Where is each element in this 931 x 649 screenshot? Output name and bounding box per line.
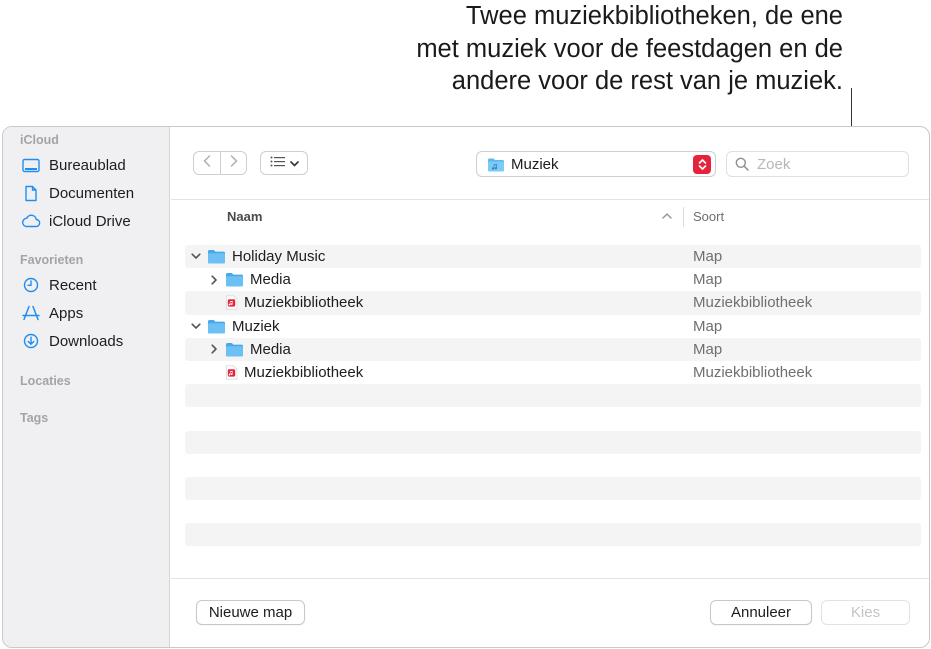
empty-row xyxy=(185,454,921,477)
sidebar-section-icloud: iCloud xyxy=(20,133,59,147)
column-divider[interactable] xyxy=(683,207,684,227)
table-row[interactable]: Muziekbibliotheek Muziekbibliotheek xyxy=(185,291,921,315)
file-browser: Muziek Naam Soort Holiday MusicMapMediaM… xyxy=(171,127,929,647)
file-name-cell: Muziekbibliotheek xyxy=(207,291,363,314)
file-name: Muziekbibliotheek xyxy=(244,294,364,312)
file-name-cell: Muziek xyxy=(189,315,280,338)
navigation-buttons xyxy=(193,151,247,175)
cloud-icon xyxy=(21,211,41,231)
table-row[interactable]: Media Map xyxy=(185,337,921,361)
empty-row xyxy=(185,430,921,454)
annotation-callout: Twee muziekbibliotheken, de ene met muzi… xyxy=(283,0,843,98)
music-library-icon xyxy=(225,295,238,311)
sidebar-item-label: Documenten xyxy=(49,184,135,202)
sidebar-item-label: Recent xyxy=(49,276,97,294)
search-input[interactable] xyxy=(757,155,897,173)
sidebar-section-tags: Tags xyxy=(20,411,49,425)
open-dialog-window: iCloud Bureaublad Documenten iCloud Driv… xyxy=(2,126,930,648)
location-label: Muziek xyxy=(511,155,559,173)
music-folder-icon xyxy=(487,157,505,172)
download-icon xyxy=(21,331,41,351)
file-kind: Map xyxy=(693,340,723,358)
file-kind: Map xyxy=(693,317,723,335)
file-name: Muziekbibliotheek xyxy=(244,364,364,382)
empty-row xyxy=(185,476,921,501)
file-name: Media xyxy=(250,340,291,358)
empty-row xyxy=(185,523,921,547)
column-header-name[interactable]: Naam xyxy=(227,209,262,224)
choose-button[interactable]: Kies xyxy=(821,600,910,625)
sidebar-item-label: iCloud Drive xyxy=(49,212,131,230)
music-library-icon xyxy=(225,365,238,380)
file-list: Holiday Music Map Media Map Muziekbibliothee… xyxy=(185,245,921,570)
chevron-left-icon xyxy=(203,154,211,172)
sidebar-item-apps[interactable]: Apps xyxy=(21,301,83,325)
callout-line-1: Twee muziekbibliotheken, de ene xyxy=(465,2,843,30)
empty-row xyxy=(185,500,921,523)
sidebar-item-bureaublad[interactable]: Bureaublad xyxy=(21,153,126,177)
file-name: Muziek xyxy=(232,317,280,335)
view-options-button[interactable] xyxy=(260,151,308,175)
file-kind: Muziekbibliotheek xyxy=(693,294,813,312)
chevron-down-icon xyxy=(289,154,299,172)
clock-icon xyxy=(21,275,41,295)
disclosure-collapsed-icon[interactable] xyxy=(207,342,221,356)
location-popup[interactable]: Muziek xyxy=(476,151,716,177)
sidebar-item-icloud-drive[interactable]: iCloud Drive xyxy=(21,209,131,233)
sidebar-section-favorieten: Favorieten xyxy=(20,253,84,267)
sidebar: iCloud Bureaublad Documenten iCloud Driv… xyxy=(3,127,170,647)
desktop-icon xyxy=(21,155,41,175)
folder-icon xyxy=(207,249,226,264)
search-field[interactable] xyxy=(726,151,909,177)
search-icon xyxy=(735,157,749,171)
sidebar-item-label: Bureaublad xyxy=(49,156,126,174)
cancel-button[interactable]: Annuleer xyxy=(710,600,812,625)
disclosure-expanded-icon[interactable] xyxy=(189,319,203,333)
file-kind: Muziekbibliotheek xyxy=(693,364,813,382)
disclosure-expanded-icon[interactable] xyxy=(189,250,203,264)
column-header-kind[interactable]: Soort xyxy=(693,209,724,224)
file-name-cell: Media xyxy=(207,268,291,291)
folder-icon xyxy=(207,319,226,334)
document-icon xyxy=(21,183,41,203)
back-button[interactable] xyxy=(193,151,220,175)
empty-row xyxy=(185,384,921,408)
apps-icon xyxy=(21,303,41,323)
file-kind: Map xyxy=(693,248,723,266)
sidebar-section-locaties: Locaties xyxy=(20,374,71,388)
file-name: Holiday Music xyxy=(232,248,326,266)
up-down-chevron-icon xyxy=(693,155,711,174)
sidebar-item-label: Apps xyxy=(49,304,84,322)
file-name-cell: Media xyxy=(207,338,291,361)
file-name: Media xyxy=(250,271,291,289)
folder-icon xyxy=(225,272,244,287)
sidebar-item-recent[interactable]: Recent xyxy=(21,273,97,297)
sort-ascending-icon xyxy=(662,210,672,222)
table-row[interactable]: Muziekbibliotheek Muziekbibliotheek xyxy=(185,361,921,384)
sidebar-item-downloads[interactable]: Downloads xyxy=(21,329,123,353)
table-row[interactable]: Media Map xyxy=(185,268,921,291)
empty-row xyxy=(185,407,921,430)
list-view-icon xyxy=(270,154,286,172)
table-row[interactable]: Muziek Map xyxy=(185,315,921,338)
new-folder-button[interactable]: Nieuwe map xyxy=(196,600,305,625)
file-name-cell: Muziekbibliotheek xyxy=(207,361,363,384)
sidebar-item-documenten[interactable]: Documenten xyxy=(21,181,134,205)
folder-icon xyxy=(225,342,244,357)
forward-button[interactable] xyxy=(220,151,247,175)
disclosure-collapsed-icon[interactable] xyxy=(207,273,221,287)
callout-line-3: andere voor de rest van je muziek. xyxy=(451,67,843,95)
toolbar-divider xyxy=(171,199,929,200)
file-name-cell: Holiday Music xyxy=(189,245,325,268)
file-kind: Map xyxy=(693,271,723,289)
callout-line-2: met muziek voor de feestdagen en de xyxy=(416,34,843,63)
footer-divider xyxy=(171,578,929,579)
chevron-right-icon xyxy=(230,154,238,172)
table-row[interactable]: Holiday Music Map xyxy=(185,245,921,269)
empty-row xyxy=(185,546,921,569)
sidebar-item-label: Downloads xyxy=(49,332,124,350)
